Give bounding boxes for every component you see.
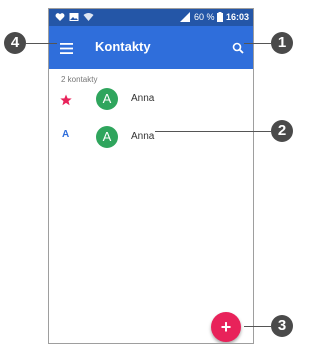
- image-icon: [69, 12, 79, 24]
- avatar: A: [96, 126, 118, 148]
- list-item[interactable]: A Anna: [49, 84, 253, 118]
- page-title: Kontakty: [95, 39, 151, 54]
- callout-line-2: [155, 131, 271, 132]
- battery-icon: [217, 12, 223, 24]
- contact-name: Anna: [131, 131, 155, 142]
- callout-line-4: [26, 43, 57, 44]
- callout-2: 2: [271, 120, 293, 142]
- add-contact-button[interactable]: +: [211, 312, 241, 342]
- avatar: A: [96, 88, 118, 110]
- callout-line-3: [244, 326, 271, 327]
- contact-name: Anna: [131, 93, 155, 104]
- list-item[interactable]: A A Anna: [49, 119, 253, 153]
- contacts-count: 2 kontakty: [61, 75, 98, 84]
- signal-icon: [180, 12, 190, 24]
- battery-percent: 60 %: [194, 12, 215, 22]
- callout-4: 4: [4, 32, 26, 54]
- app-bar: Kontakty: [49, 26, 253, 69]
- phone-screen: 60 % 16:03 Kontakty 2 kontakty A Anna A …: [48, 8, 254, 344]
- search-icon[interactable]: [232, 41, 244, 59]
- callout-1: 1: [271, 32, 293, 54]
- menu-icon[interactable]: [60, 41, 73, 59]
- star-icon: [60, 93, 72, 111]
- wifi-icon: [83, 12, 94, 24]
- heart-icon: [55, 12, 65, 24]
- callout-3: 3: [271, 315, 293, 337]
- status-bar: 60 % 16:03: [49, 9, 253, 26]
- clock: 16:03: [226, 12, 250, 22]
- callout-line-1: [244, 43, 271, 44]
- index-letter: A: [62, 129, 70, 140]
